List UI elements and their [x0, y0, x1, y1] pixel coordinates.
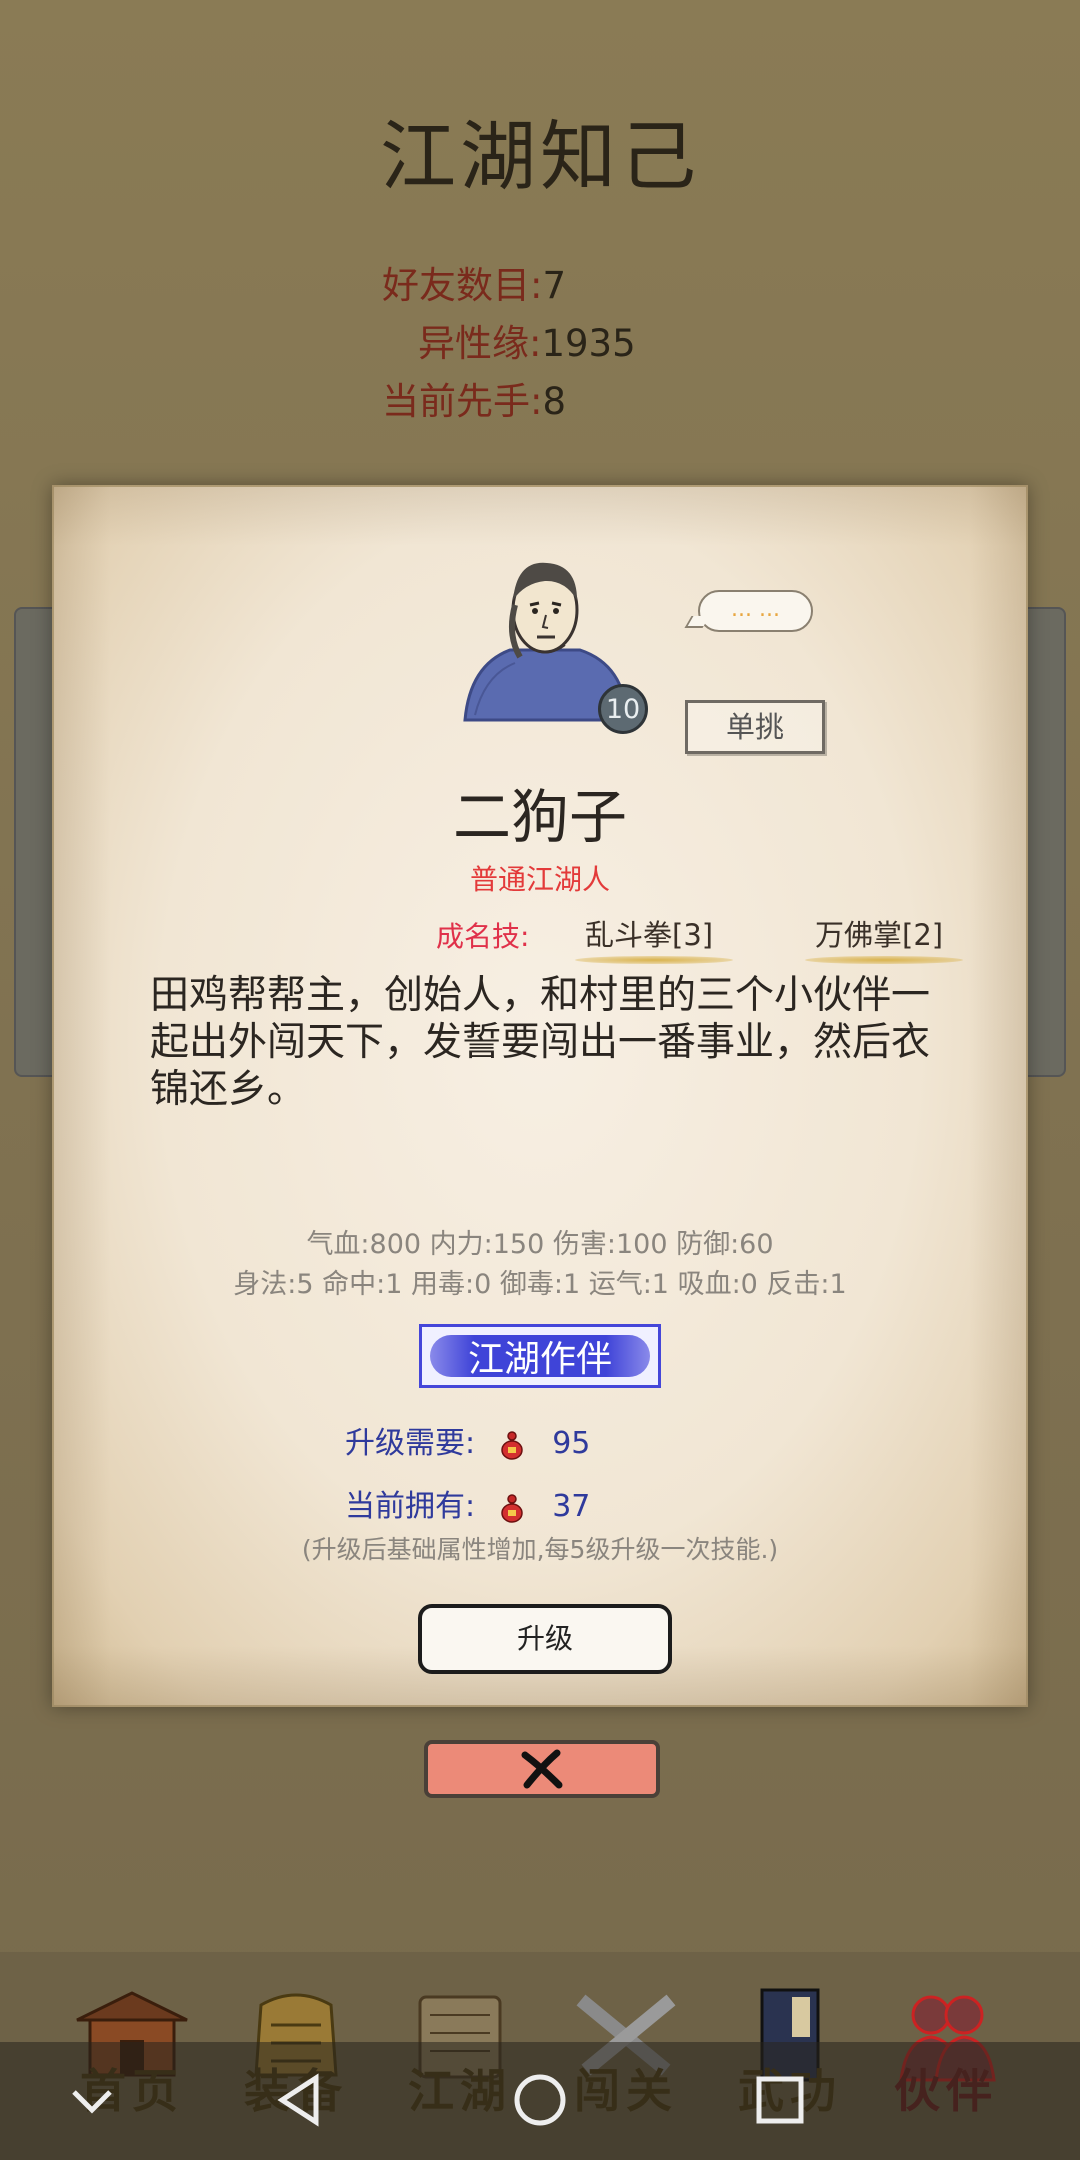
character-description: 田鸡帮帮主，创始人，和村里的三个小伙伴一起出外闯天下，发誓要闯出一番事业，然后衣… — [150, 973, 931, 1112]
skill-chip[interactable]: 乱斗拳[3] — [575, 912, 734, 964]
system-navigation-bar — [0, 2042, 1080, 2160]
stat-friends: 好友数目:7 — [382, 264, 567, 307]
page-title: 江湖知己 — [380, 112, 700, 201]
character-title: 普通江湖人 — [469, 863, 610, 896]
upgrade-note: (升级后基础属性增加,每5级升级一次技能.) — [301, 1535, 779, 1564]
close-icon — [521, 1749, 563, 1789]
stat-charm: 异性缘:1935 — [418, 322, 636, 365]
skill-underline — [805, 956, 964, 964]
skill-chip[interactable]: 万佛掌[2] — [805, 912, 964, 964]
attributes-primary: 气血:800 内力:150 伤害:100 防御:60 — [306, 1229, 774, 1260]
level-badge: 10 — [598, 684, 648, 734]
signature-skills-label: 成名技: — [436, 920, 530, 953]
wine-gourd-icon — [500, 1430, 523, 1460]
speech-bubble: ... ... — [698, 590, 813, 632]
attributes-secondary: 身法:5 命中:1 用毒:0 御毒:1 运气:1 吸血:0 反击:1 — [233, 1269, 847, 1300]
skill-underline — [575, 956, 734, 964]
character-name: 二狗子 — [452, 783, 627, 851]
back-icon[interactable] — [270, 2070, 330, 2130]
hide-keyboard-chevron-icon[interactable] — [62, 2070, 122, 2130]
upgrade-required-row: 升级需要: 95 — [345, 1426, 591, 1461]
close-button[interactable] — [424, 1740, 660, 1798]
home-icon[interactable] — [510, 2070, 570, 2130]
recents-icon[interactable] — [750, 2070, 810, 2130]
upgrade-button[interactable]: 升级 — [418, 1604, 672, 1674]
currently-owned-row: 当前拥有: 37 — [345, 1489, 591, 1524]
stat-initiative: 当前先手:8 — [382, 380, 567, 423]
wine-gourd-icon — [500, 1493, 523, 1523]
companion-button[interactable]: 江湖作伴 — [419, 1324, 661, 1388]
duel-button[interactable]: 单挑 — [685, 700, 825, 754]
